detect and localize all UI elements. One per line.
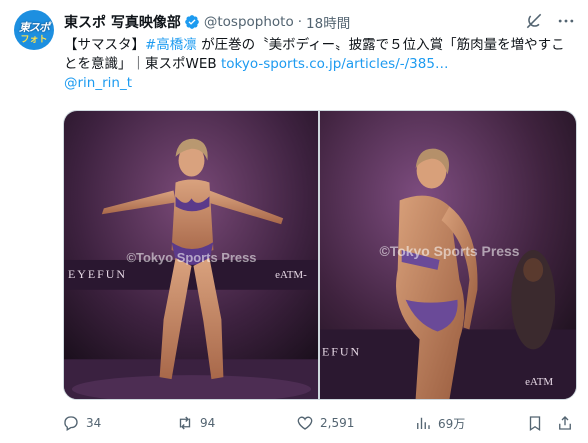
reply-count: 34 [86,416,102,430]
avatar-logo-bottom: フォト [20,35,48,45]
watermark-right: ©Tokyo Sports Press [379,243,519,259]
views-count: 69万 [438,416,466,431]
repost-count: 94 [200,416,216,430]
banner-right-2: eATM [525,376,553,388]
like-button[interactable]: 2,591 [296,414,354,432]
grok-icon[interactable] [524,11,544,31]
timestamp[interactable]: 18時間 [306,12,350,32]
mention-link[interactable]: @rin_rin_t [64,75,132,91]
action-bar: 34 94 2,591 69万 [58,412,580,434]
repost-button[interactable]: 94 [176,414,215,432]
avatar[interactable]: 東スポ フォト [14,10,54,50]
tweet-text: 【サマスタ】#高橋凛 が圧巻の〝美ボディー〟披露で５位入賞「筋肉量を増やすことを… [64,36,576,93]
banner-right: EFUN [322,344,361,358]
article-link[interactable]: tokyo-sports.co.jp/articles/-/385… [221,56,449,72]
more-icon[interactable] [556,11,576,31]
share-icon [559,416,571,430]
photo-right[interactable]: ©Tokyo Sports Press EFUN eATM [320,111,576,399]
banner-left: EYEFUN [68,267,127,281]
views-icon [417,417,430,429]
like-icon [297,416,313,430]
text-part: 【サマスタ】 [64,37,145,53]
verified-icon [185,15,199,29]
repost-icon [179,416,191,430]
top-actions [524,11,576,31]
tweet-header: 東スポ 写真映像部 @tospophoto · 18時間 [64,12,350,32]
separator-dot: · [297,14,303,30]
watermark-left: ©Tokyo Sports Press [127,250,257,265]
bookmark-button[interactable] [526,414,550,432]
hashtag-link[interactable]: #高橋凛 [145,37,197,53]
photo-left-image: ©Tokyo Sports Press EYEFUN eATM- [64,111,318,399]
bookmark-icon [529,416,541,432]
views-button[interactable]: 69万 [414,414,465,432]
photo-right-image: ©Tokyo Sports Press EFUN eATM [320,111,576,399]
like-count: 2,591 [320,416,355,430]
reply-button[interactable]: 34 [62,414,101,432]
display-name[interactable]: 東スポ 写真映像部 [64,12,181,32]
media-grid: ©Tokyo Sports Press EYEFUN eATM- ©Tokyo … [63,110,577,400]
photo-left[interactable]: ©Tokyo Sports Press EYEFUN eATM- [64,111,318,399]
handle[interactable]: @tospophoto [204,14,294,30]
share-button[interactable] [556,414,580,432]
banner-left-2: eATM- [275,269,307,281]
reply-icon [64,416,78,431]
